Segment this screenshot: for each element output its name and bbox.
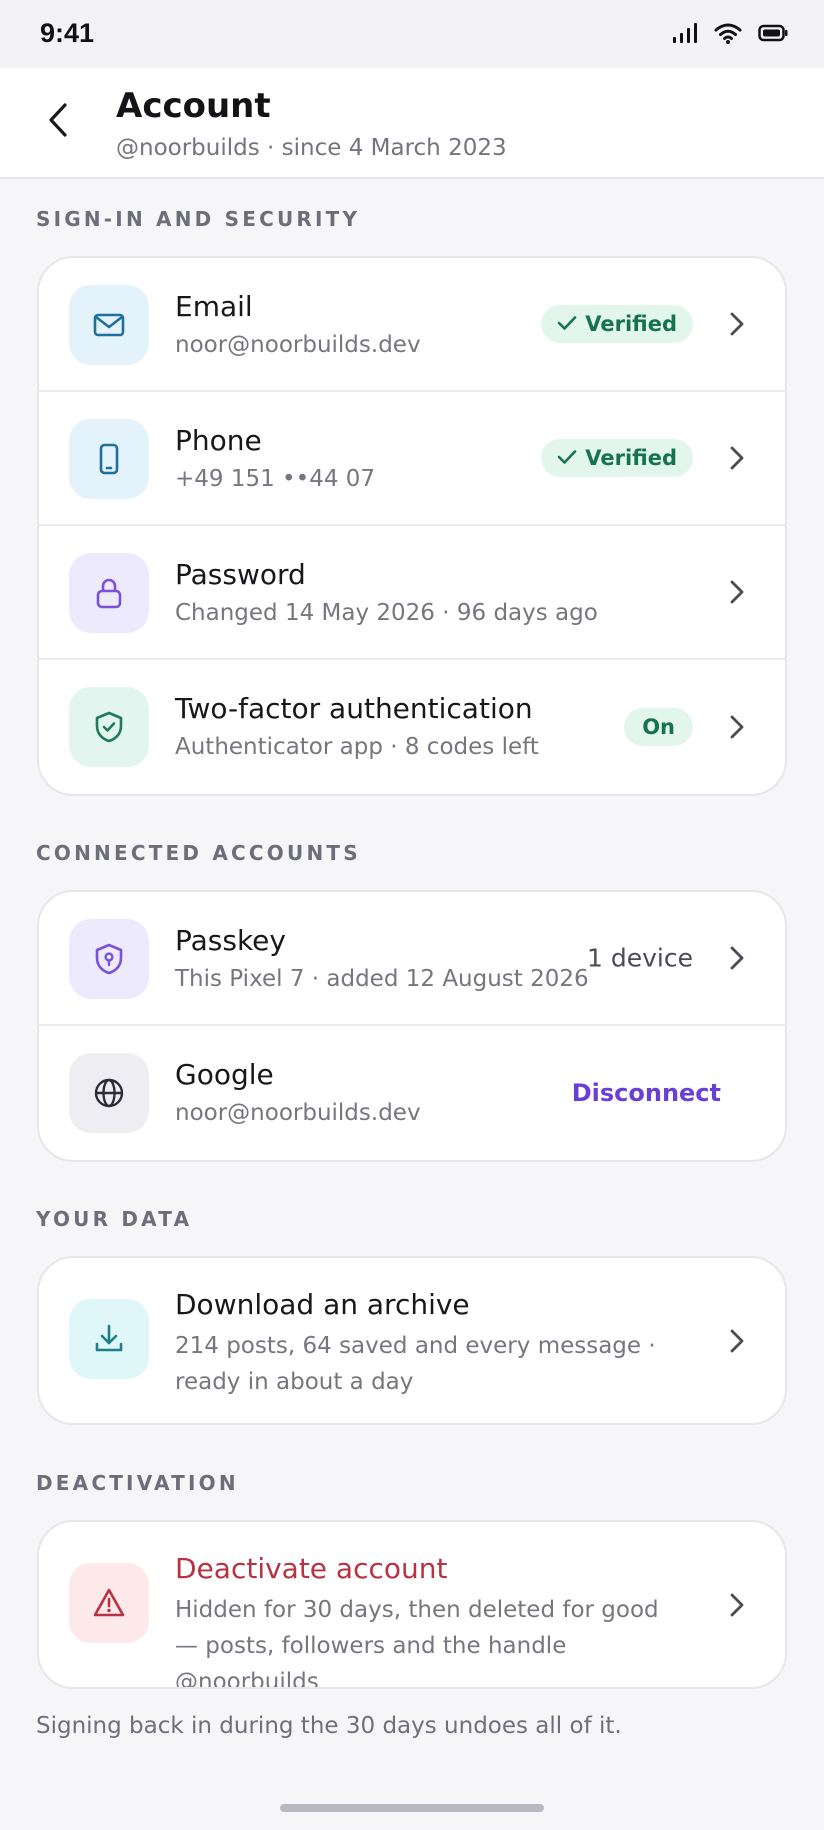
data-card: Download an archive 214 posts, 64 saved … [37, 1256, 787, 1425]
phone-label: Phone [175, 424, 262, 457]
status-time: 9:41 [40, 18, 95, 48]
security-card: Email noor@noorbuilds.dev Verified Phone… [37, 256, 787, 796]
lock-icon [69, 553, 149, 633]
passkey-shield-icon [69, 919, 149, 999]
password-label: Password [175, 558, 306, 591]
two-factor-label: Two-factor authentication [175, 692, 533, 725]
two-factor-value: Authenticator app · 8 codes left [175, 734, 539, 760]
page-title: Account [116, 86, 271, 126]
google-row: Google noor@noorbuilds.dev Disconnect [39, 1026, 785, 1160]
email-verified-badge: Verified [541, 305, 693, 343]
deactivate-account-row[interactable]: Deactivate account Hidden for 30 days, t… [39, 1522, 785, 1687]
check-icon [557, 312, 577, 336]
battery-icon [758, 23, 788, 47]
download-archive-row[interactable]: Download an archive 214 posts, 64 saved … [39, 1258, 785, 1423]
deactivate-label: Deactivate account [175, 1552, 448, 1585]
status-bar: 9:41 [0, 0, 824, 68]
chevron-right-icon [725, 943, 749, 973]
password-row[interactable]: Password Changed 14 May 2026 · 96 days a… [39, 526, 785, 660]
email-row[interactable]: Email noor@noorbuilds.dev Verified [39, 258, 785, 392]
signal-icon [672, 22, 698, 48]
section-label-data: YOUR DATA [36, 1207, 193, 1231]
shield-check-icon [69, 687, 149, 767]
globe-icon [69, 1053, 149, 1133]
phone-icon [69, 419, 149, 499]
email-label: Email [175, 290, 253, 323]
mail-icon [69, 285, 149, 365]
chevron-right-icon [725, 443, 749, 473]
two-factor-status-badge: On [624, 708, 693, 746]
section-label-security: SIGN-IN AND SECURITY [36, 207, 361, 231]
deactivation-footnote: Signing back in during the 30 days undoe… [36, 1713, 622, 1739]
email-badge-label: Verified [585, 312, 677, 336]
chevron-right-icon [725, 1326, 749, 1356]
chevron-right-icon [725, 712, 749, 742]
google-label: Google [175, 1058, 274, 1091]
chevron-right-icon [725, 577, 749, 607]
google-value: noor@noorbuilds.dev [175, 1100, 421, 1126]
phone-badge-label: Verified [585, 446, 677, 470]
app-bar: Account @noorbuilds · since 4 March 2023 [0, 68, 824, 179]
email-value: noor@noorbuilds.dev [175, 332, 421, 358]
deactivate-desc: Hidden for 30 days, then deleted for goo… [175, 1597, 659, 1689]
warning-icon [69, 1563, 149, 1643]
deactivation-card: Deactivate account Hidden for 30 days, t… [37, 1520, 787, 1689]
chevron-right-icon [725, 1590, 749, 1620]
password-value: Changed 14 May 2026 · 96 days ago [175, 600, 598, 626]
phone-row[interactable]: Phone +49 151 ••44 07 Verified [39, 392, 785, 526]
phone-value: +49 151 ••44 07 [175, 466, 376, 492]
archive-label: Download an archive [175, 1288, 470, 1321]
archive-desc: 214 posts, 64 saved and every message · … [175, 1333, 656, 1395]
status-icons [672, 22, 788, 48]
connected-accounts-card: Passkey This Pixel 7 · added 12 August 2… [37, 890, 787, 1162]
chevron-right-icon [725, 309, 749, 339]
wifi-icon [714, 22, 742, 48]
back-arrow-icon [46, 102, 70, 142]
section-label-deactivation: DEACTIVATION [36, 1471, 239, 1495]
two-factor-row[interactable]: Two-factor authentication Authenticator … [39, 660, 785, 794]
download-icon [69, 1299, 149, 1379]
home-indicator[interactable] [280, 1804, 544, 1812]
phone-verified-badge: Verified [541, 439, 693, 477]
section-label-connected: CONNECTED ACCOUNTS [36, 841, 361, 865]
back-button[interactable] [36, 100, 80, 144]
disconnect-google-button[interactable]: Disconnect [572, 1079, 721, 1107]
passkey-row[interactable]: Passkey This Pixel 7 · added 12 August 2… [39, 892, 785, 1026]
passkey-device-count: 1 device [587, 943, 693, 973]
check-icon [557, 446, 577, 470]
passkey-label: Passkey [175, 924, 286, 957]
page-subtitle: @noorbuilds · since 4 March 2023 [116, 135, 507, 161]
passkey-value: This Pixel 7 · added 12 August 2026 [175, 966, 589, 992]
